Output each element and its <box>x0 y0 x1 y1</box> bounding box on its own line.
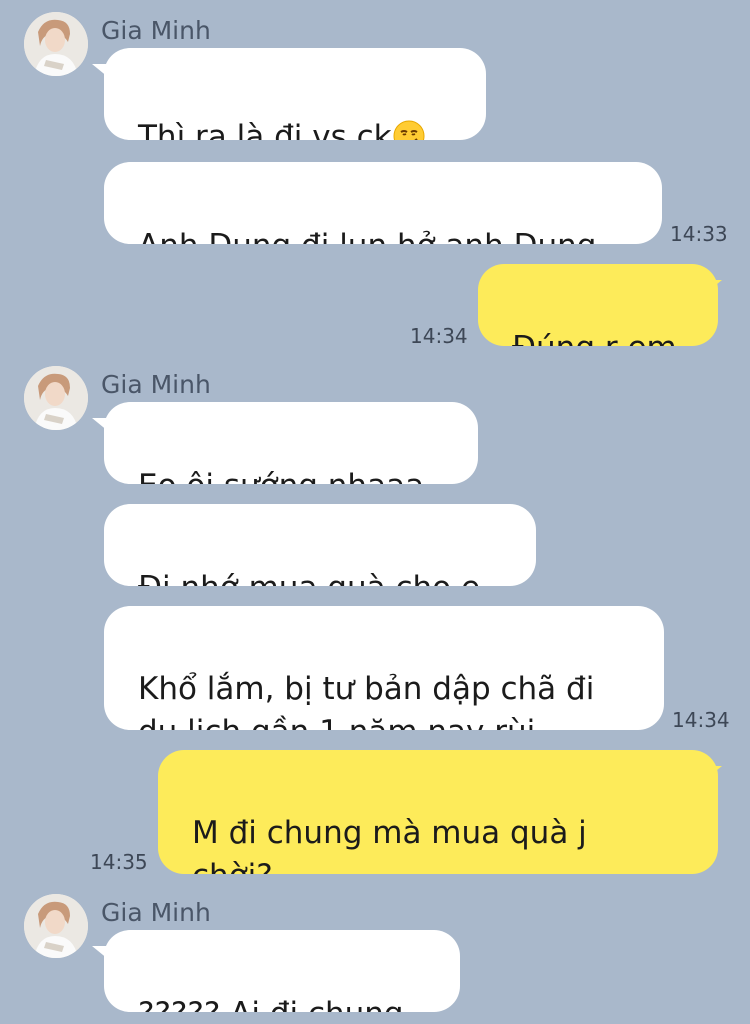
message-time: 14:34 <box>410 324 468 348</box>
avatar-photo-icon <box>24 894 88 958</box>
message-text: Eo ôi sướng nhaaa <box>138 468 424 484</box>
message-text: Thì ra là đi vs ck <box>138 119 392 140</box>
message-bubble-incoming[interactable]: ????? Ai đi chung <box>104 930 460 1012</box>
avatar-photo-icon <box>24 366 88 430</box>
message-text: M đi chung mà mua quà j chời? <box>192 815 587 874</box>
message-bubble-incoming[interactable]: Thì ra là đi vs ck <box>104 48 486 140</box>
message-time: 14:35 <box>90 850 148 874</box>
contact-avatar[interactable] <box>24 366 88 430</box>
message-bubble-incoming[interactable]: Eo ôi sướng nhaaa <box>104 402 478 484</box>
message-text: Anh Dung đi lun hở anh Dung <box>138 228 596 244</box>
sender-name: Gia Minh <box>101 16 211 45</box>
message-text: Đi nhớ mua quà cho e <box>138 570 480 586</box>
smirking-face-icon <box>393 120 425 140</box>
message-bubble-incoming[interactable]: Khổ lắm, bị tư bản dập chã đi du lịch gầ… <box>104 606 664 730</box>
message-bubble-incoming[interactable]: Đi nhớ mua quà cho e <box>104 504 536 586</box>
message-time: 14:34 <box>672 708 730 732</box>
avatar-photo-icon <box>24 12 88 76</box>
contact-avatar[interactable] <box>24 12 88 76</box>
message-time: 14:33 <box>670 222 728 246</box>
message-text: ????? Ai đi chung <box>138 996 404 1012</box>
sender-name: Gia Minh <box>101 898 211 927</box>
message-bubble-outgoing[interactable]: Đúng r em <box>478 264 718 346</box>
sender-name: Gia Minh <box>101 370 211 399</box>
message-bubble-outgoing[interactable]: M đi chung mà mua quà j chời? <box>158 750 718 874</box>
message-bubble-incoming[interactable]: Anh Dung đi lun hở anh Dung <box>104 162 662 244</box>
message-text: Khổ lắm, bị tư bản dập chã đi du lịch gầ… <box>138 671 595 730</box>
contact-avatar[interactable] <box>24 894 88 958</box>
message-text: Đúng r em <box>512 330 677 346</box>
